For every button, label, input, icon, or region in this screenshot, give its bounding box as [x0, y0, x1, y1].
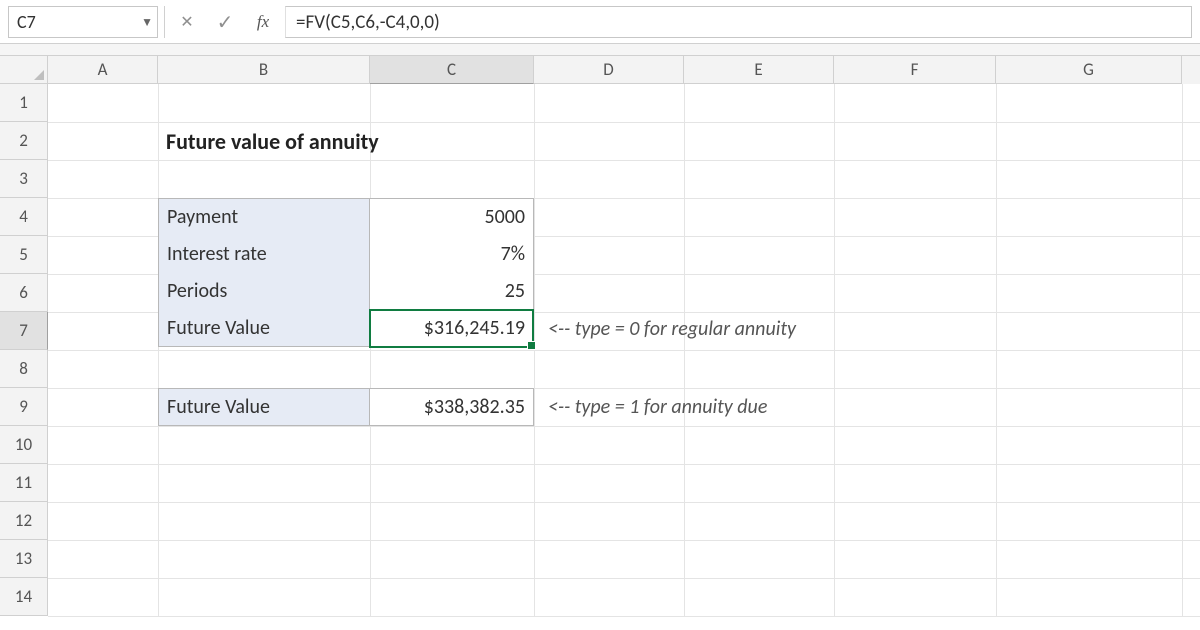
- cancel-icon[interactable]: ✕: [171, 6, 203, 38]
- row-headers: 1 2 3 4 5 6 7 8 9 10 11 12 13 14: [0, 84, 48, 616]
- col-header-B[interactable]: B: [158, 56, 370, 84]
- fx-icon[interactable]: fx: [247, 6, 279, 38]
- row-header-11[interactable]: 11: [0, 464, 48, 502]
- cell-B5-label[interactable]: Interest rate: [158, 235, 370, 273]
- cell-B6-label[interactable]: Periods: [158, 272, 370, 310]
- name-box-value: C7: [17, 11, 36, 33]
- select-all-corner[interactable]: [0, 56, 48, 84]
- cell-B4-label[interactable]: Payment: [158, 198, 370, 236]
- formula-text: =FV(C5,C6,-C4,0,0): [296, 11, 440, 34]
- row-header-4[interactable]: 4: [0, 198, 48, 236]
- cell-C5-value[interactable]: 7%: [369, 235, 534, 273]
- row-header-5[interactable]: 5: [0, 236, 48, 274]
- row-header-10[interactable]: 10: [0, 426, 48, 464]
- col-header-G[interactable]: G: [996, 56, 1182, 84]
- grid: A B C D E F G 1 2 3 4 5 6 7 8 9 10 11 12…: [0, 56, 1200, 616]
- cell-B9-label[interactable]: Future Value: [158, 388, 370, 426]
- cell-B2-title[interactable]: Future value of annuity: [158, 122, 558, 160]
- cell-D7-note[interactable]: <-- type = 0 for regular annuity: [534, 310, 1034, 348]
- row-header-7[interactable]: 7: [0, 312, 48, 350]
- row-header-12[interactable]: 12: [0, 502, 48, 540]
- cell-C6-value[interactable]: 25: [369, 272, 534, 310]
- col-header-A[interactable]: A: [48, 56, 158, 84]
- row-header-2[interactable]: 2: [0, 122, 48, 160]
- row-header-3[interactable]: 3: [0, 160, 48, 198]
- row-header-6[interactable]: 6: [0, 274, 48, 312]
- column-headers: A B C D E F G: [0, 56, 1200, 84]
- cells-area[interactable]: Future value of annuity Payment 5000 Int…: [48, 84, 1200, 616]
- divider: [164, 6, 165, 38]
- formula-bar: C7 ▼ ✕ ✓ fx =FV(C5,C6,-C4,0,0): [0, 0, 1200, 44]
- spacer: [0, 44, 1200, 56]
- col-header-F[interactable]: F: [834, 56, 996, 84]
- row-header-14[interactable]: 14: [0, 578, 48, 616]
- cell-C4-value[interactable]: 5000: [369, 198, 534, 236]
- grid-body: 1 2 3 4 5 6 7 8 9 10 11 12 13 14: [0, 84, 1200, 616]
- row-header-8[interactable]: 8: [0, 350, 48, 388]
- cell-B7-label[interactable]: Future Value: [158, 309, 370, 347]
- formula-input[interactable]: =FV(C5,C6,-C4,0,0): [285, 6, 1192, 38]
- col-header-D[interactable]: D: [534, 56, 684, 84]
- cell-C9-value[interactable]: $338,382.35: [369, 388, 534, 426]
- col-header-E[interactable]: E: [684, 56, 834, 84]
- cell-D9-note[interactable]: <-- type = 1 for annuity due: [534, 388, 1034, 426]
- col-header-C[interactable]: C: [370, 56, 534, 84]
- cell-C7-value[interactable]: $316,245.19: [369, 309, 534, 347]
- row-header-13[interactable]: 13: [0, 540, 48, 578]
- row-header-1[interactable]: 1: [0, 84, 48, 122]
- chevron-down-icon[interactable]: ▼: [141, 15, 153, 30]
- row-header-9[interactable]: 9: [0, 388, 48, 426]
- check-icon[interactable]: ✓: [209, 6, 241, 38]
- name-box[interactable]: C7 ▼: [8, 6, 158, 38]
